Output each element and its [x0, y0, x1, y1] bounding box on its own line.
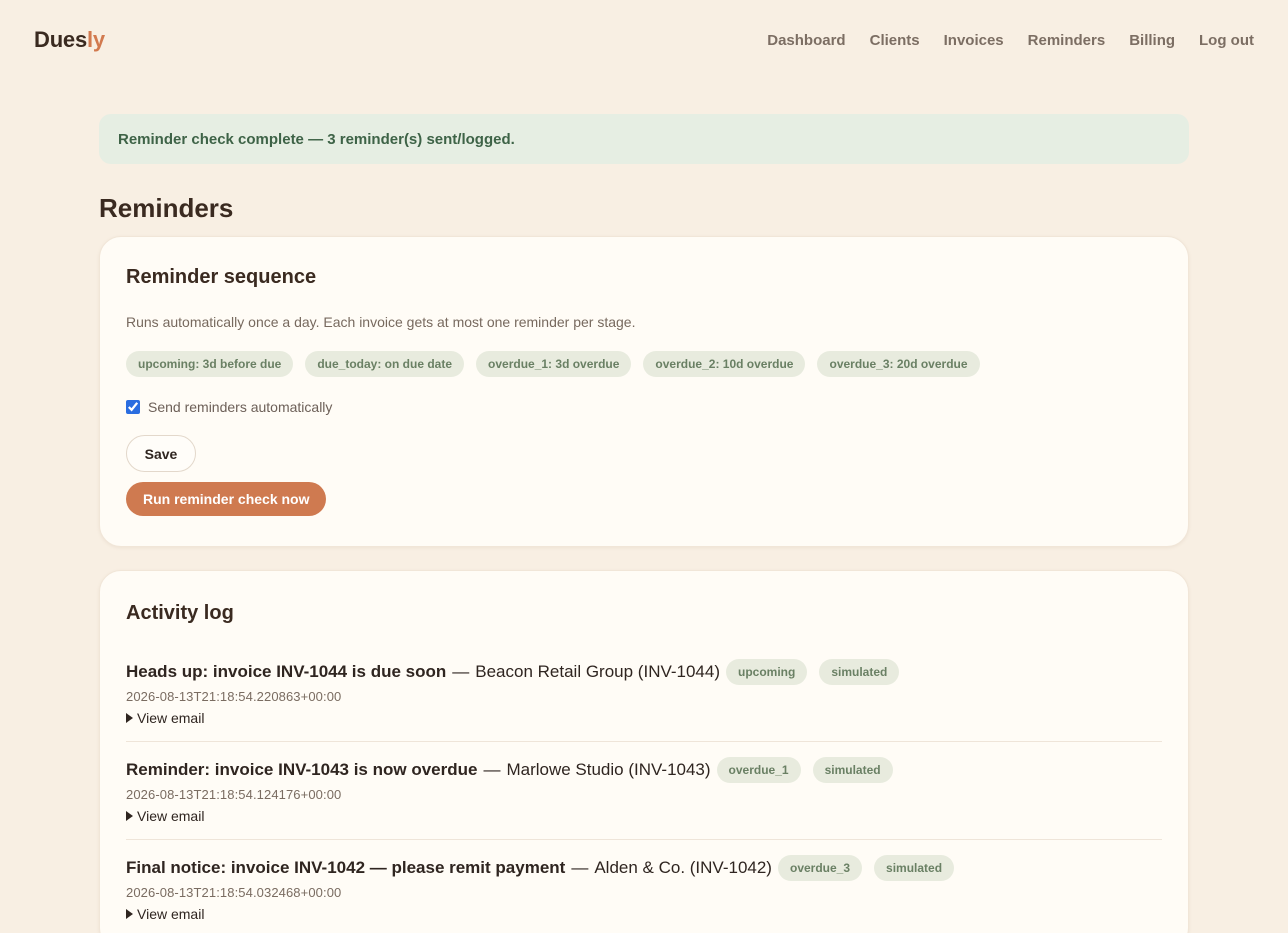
- entry-header: Reminder: invoice INV-1043 is now overdu…: [126, 757, 1162, 783]
- stage-badge: overdue_3: [777, 855, 863, 881]
- entry-client: Marlowe Studio (INV-1043): [506, 760, 711, 779]
- nav-links: Dashboard Clients Invoices Reminders Bil…: [767, 32, 1254, 49]
- entry-subject: Heads up: invoice INV-1044 is due soon: [126, 662, 447, 681]
- brand-name: Dues: [34, 27, 87, 52]
- entry-subject: Final notice: invoice INV-1042 — please …: [126, 858, 566, 877]
- nav-billing[interactable]: Billing: [1129, 32, 1175, 49]
- auto-send-checkbox[interactable]: [126, 400, 140, 414]
- top-navigation: Duesly Dashboard Clients Invoices Remind…: [0, 0, 1288, 80]
- entry-separator: —: [452, 662, 470, 681]
- entry-separator: —: [483, 760, 501, 779]
- main-content: Reminder check complete — 3 reminder(s) …: [99, 114, 1189, 933]
- entry-timestamp: 2026-08-13T21:18:54.124176+00:00: [126, 787, 342, 802]
- entry-timestamp: 2026-08-13T21:18:54.032468+00:00: [126, 885, 342, 900]
- stage-badge: overdue_1: [716, 757, 801, 783]
- nav-clients[interactable]: Clients: [870, 32, 920, 49]
- sequence-description: Runs automatically once a day. Each invo…: [126, 314, 636, 330]
- activity-title: Activity log: [126, 602, 234, 624]
- mode-badge: simulated: [812, 757, 893, 783]
- disclosure-triangle-icon: [126, 909, 133, 919]
- brand-name-accent: ly: [87, 27, 105, 52]
- sequence-title: Reminder sequence: [126, 266, 317, 288]
- stage-pill: overdue_1: 3d overdue: [476, 351, 632, 377]
- activity-entry: Reminder: invoice INV-1043 is now overdu…: [126, 757, 1162, 840]
- mode-badge: simulated: [819, 659, 900, 685]
- entry-client: Alden & Co. (INV-1042): [594, 858, 772, 877]
- brand-logo[interactable]: Duesly: [34, 27, 105, 53]
- save-button[interactable]: Save: [126, 435, 196, 472]
- flash-message: Reminder check complete — 3 reminder(s) …: [99, 114, 1189, 164]
- view-email-toggle[interactable]: View email: [126, 807, 1162, 825]
- view-email-label: View email: [137, 710, 205, 726]
- disclosure-triangle-icon: [126, 811, 133, 821]
- entry-timestamp: 2026-08-13T21:18:54.220863+00:00: [126, 689, 342, 704]
- entry-client: Beacon Retail Group (INV-1044): [475, 662, 721, 681]
- activity-log-card: Activity log Heads up: invoice INV-1044 …: [99, 570, 1189, 933]
- entry-separator: —: [571, 858, 589, 877]
- nav-reminders[interactable]: Reminders: [1028, 32, 1106, 49]
- run-reminder-check-button[interactable]: Run reminder check now: [126, 482, 327, 516]
- stage-pill: overdue_2: 10d overdue: [643, 351, 806, 377]
- view-email-label: View email: [137, 906, 205, 922]
- nav-dashboard[interactable]: Dashboard: [767, 32, 845, 49]
- nav-logout[interactable]: Log out: [1199, 32, 1254, 49]
- stage-pill: upcoming: 3d before due: [126, 351, 294, 377]
- page-title: Reminders: [99, 193, 234, 223]
- auto-send-row[interactable]: Send reminders automatically: [126, 399, 1162, 415]
- nav-invoices[interactable]: Invoices: [944, 32, 1004, 49]
- view-email-label: View email: [137, 808, 205, 824]
- stage-pill: overdue_3: 20d overdue: [817, 351, 980, 377]
- activity-entry: Heads up: invoice INV-1044 is due soon —…: [126, 659, 1162, 742]
- view-email-toggle[interactable]: View email: [126, 709, 1162, 727]
- disclosure-triangle-icon: [126, 713, 133, 723]
- activity-list: Heads up: invoice INV-1044 is due soon —…: [126, 659, 1162, 933]
- stage-pill: due_today: on due date: [305, 351, 465, 377]
- entry-subject: Reminder: invoice INV-1043 is now overdu…: [126, 760, 478, 779]
- stage-list: upcoming: 3d before due due_today: on du…: [126, 351, 1162, 377]
- entry-header: Final notice: invoice INV-1042 — please …: [126, 855, 1162, 881]
- mode-badge: simulated: [874, 855, 955, 881]
- auto-send-label: Send reminders automatically: [148, 399, 333, 415]
- reminder-sequence-card: Reminder sequence Runs automatically onc…: [99, 236, 1189, 547]
- stage-badge: upcoming: [726, 659, 808, 685]
- entry-header: Heads up: invoice INV-1044 is due soon —…: [126, 659, 1162, 685]
- view-email-toggle[interactable]: View email: [126, 905, 1162, 923]
- activity-entry: Final notice: invoice INV-1042 — please …: [126, 855, 1162, 933]
